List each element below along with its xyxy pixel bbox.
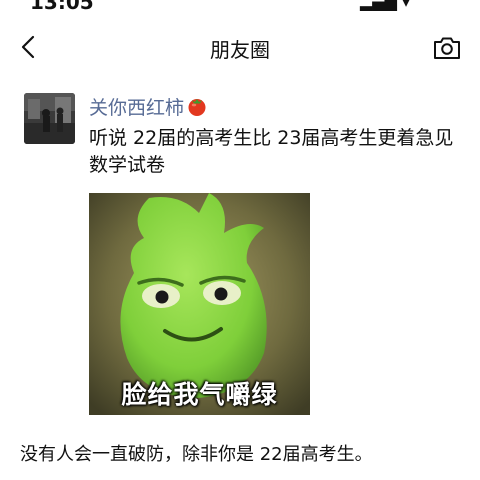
page-title: 朋友圈 [210,38,270,62]
camera-button[interactable] [432,33,462,63]
username-text: 关你西红柿 [89,97,185,119]
status-bar: 13:05 ▂▄▆ ▾ [0,0,480,14]
post-username[interactable]: 关你西红柿 [89,93,208,120]
post-text: 听说 22届的高考生比 23届高考生更着急见数学试卷 [89,127,454,176]
post-image[interactable]: 脸给我气嚼绿 [89,193,310,415]
status-icons: ▂▄▆ ▾ [359,0,410,11]
footer-caption: 没有人会一直破防，除非你是 22届高考生。 [20,444,373,465]
nav-bar: 朋友圈 [0,22,480,74]
avatar-image [24,93,75,144]
tomato-icon [188,99,206,116]
status-time: 13:05 [30,0,94,14]
avatar[interactable] [24,93,75,144]
camera-icon [434,37,460,59]
meme-caption: 脸给我气嚼绿 [121,380,278,409]
